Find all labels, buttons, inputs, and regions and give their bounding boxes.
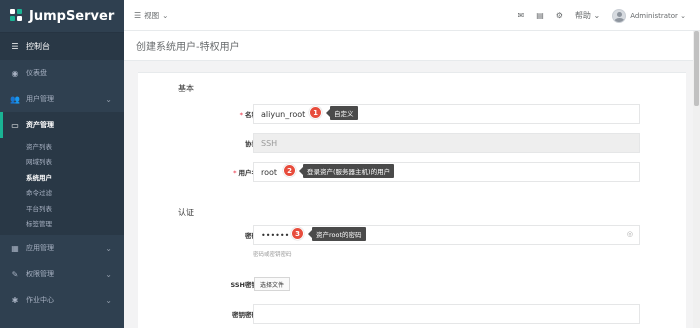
bug-icon: ✱ — [11, 295, 19, 305]
password-help-text: 密码或密钥密码 — [253, 252, 292, 258]
sidebar-subitem-domain-list[interactable]: 网域列表 — [0, 154, 124, 170]
username-row: * 用户名 root — [138, 161, 686, 183]
dashboard-icon: ☰ — [11, 42, 19, 51]
annotation-callout-2: 登录资产(服务器主机)的用户 — [298, 164, 395, 178]
top-navbar: ☰ 视图 ⌄ ✉ ▤ ⚙ 帮助 ⌄ Administrator ⌄ — [124, 0, 700, 31]
sidebar-item-overview[interactable]: ◉ 仪表盘 — [0, 60, 124, 86]
name-row: * 名称 aliyun_root — [138, 103, 686, 125]
scroll-thumb[interactable] — [694, 31, 699, 106]
sidebar-item-applications[interactable]: ▦ 应用管理 ⌄ — [0, 235, 124, 261]
choose-file-button[interactable]: 选择文件 — [254, 277, 291, 291]
tasks-icon[interactable]: ▤ — [536, 11, 544, 20]
annotation-badge-3: 3 — [291, 227, 304, 240]
app-logo[interactable]: JumpServer — [0, 0, 124, 32]
sidebar-subitem-system-users[interactable]: 系统用户 — [0, 169, 124, 185]
sidebar-item-dashboard-home[interactable]: ☰ 控制台 — [0, 32, 124, 60]
sidebar: JumpServer ☰ 控制台 ◉ 仪表盘 👥 用户管理 ⌄ ▭ 资产管理 资… — [0, 0, 124, 328]
sidebar-item-assets[interactable]: ▭ 资产管理 — [0, 112, 124, 138]
inbox-icon: ▭ — [11, 120, 19, 130]
protocol-select: SSH — [253, 133, 640, 153]
annotation-callout-1: 自定义 — [326, 106, 358, 120]
ssh-key-row: SSH密钥 选择文件 — [138, 276, 686, 292]
annotation-badge-2: 2 — [283, 164, 296, 177]
user-menu[interactable]: Administrator ⌄ — [630, 12, 686, 20]
page-title: 创建系统用户-特权用户 — [124, 31, 700, 61]
envelope-icon[interactable]: ✉ — [518, 11, 525, 20]
key-password-input[interactable] — [253, 304, 640, 324]
password-row: 密码 •••••• ◎ — [138, 224, 686, 246]
logo-icon — [10, 9, 24, 23]
annotation-badge-1: 1 — [309, 106, 322, 119]
section-auth: 认证 — [178, 208, 194, 217]
sidebar-item-jobs[interactable]: ✱ 作业中心 ⌄ — [0, 287, 124, 313]
sidebar-item-users[interactable]: 👥 用户管理 ⌄ — [0, 86, 124, 112]
chevron-down-icon: ⌄ — [105, 94, 112, 104]
annotation-callout-3: 资产root的密码 — [308, 227, 366, 241]
list-icon: ☰ — [134, 10, 142, 20]
chevron-down-icon: ⌄ — [105, 295, 112, 305]
help-dropdown[interactable]: 帮助 ⌄ — [575, 10, 600, 21]
page-scrollbar[interactable] — [693, 31, 700, 328]
sidebar-subitem-label-manage[interactable]: 标签管理 — [0, 216, 124, 232]
sidebar-subitem-asset-list[interactable]: 资产列表 — [0, 138, 124, 154]
top-right-actions: ✉ ▤ ⚙ 帮助 ⌄ Administrator ⌄ — [506, 0, 686, 31]
speedometer-icon: ◉ — [11, 68, 19, 78]
grid-icon: ▦ — [11, 243, 19, 253]
sidebar-item-permissions[interactable]: ✎ 权限管理 ⌄ — [0, 261, 124, 287]
section-basic: 基本 — [178, 84, 194, 93]
avatar[interactable] — [612, 8, 627, 23]
eye-icon[interactable]: ◎ — [627, 230, 633, 238]
protocol-row: 协议 SSH — [138, 132, 686, 154]
edit-icon: ✎ — [11, 269, 19, 279]
key-password-row: 密钥密码 — [138, 303, 686, 325]
view-dropdown[interactable]: ☰ 视图 ⌄ — [134, 10, 168, 21]
asset-submenu: 资产列表 网域列表 系统用户 命令过滤 平台列表 标签管理 — [0, 138, 124, 235]
chevron-down-icon: ⌄ — [105, 269, 112, 279]
sidebar-subitem-platform-list[interactable]: 平台列表 — [0, 200, 124, 216]
chevron-down-icon: ⌄ — [105, 243, 112, 253]
gear-icon[interactable]: ⚙ — [556, 11, 563, 20]
users-icon: 👥 — [10, 94, 20, 104]
chevron-down-icon: ⌄ — [162, 10, 169, 20]
sidebar-subitem-command-filter[interactable]: 命令过滤 — [0, 185, 124, 201]
app-name: JumpServer — [29, 8, 115, 24]
form-panel: 基本 * 名称 aliyun_root 协议 SSH * 用户名 root 认证 密… — [138, 72, 686, 328]
